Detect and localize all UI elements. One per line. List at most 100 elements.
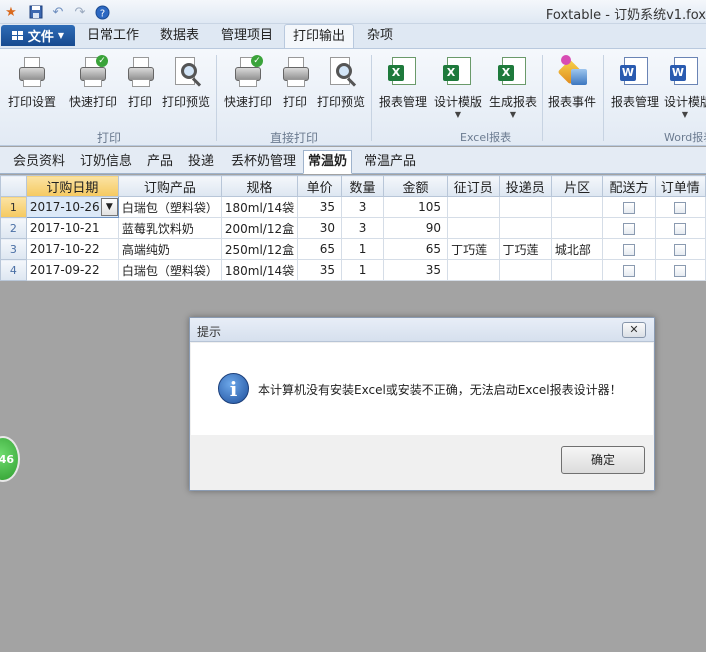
cell-deliverer[interactable]: 丁巧莲 — [498, 238, 552, 260]
cell-area[interactable] — [550, 196, 604, 218]
generate-report-button[interactable]: X 生成报表 ▼ — [487, 55, 539, 119]
cell-date[interactable]: 2017-10-22 — [25, 238, 119, 260]
cell-order-checkbox[interactable] — [654, 259, 706, 281]
column-header[interactable]: 订购产品 — [117, 175, 222, 197]
cell-spec[interactable]: 180ml/14袋 — [220, 259, 299, 281]
cell-deliverer[interactable] — [498, 217, 552, 239]
cell-price[interactable]: 35 — [297, 259, 343, 281]
column-header[interactable]: 配送方 — [602, 175, 656, 197]
ok-button[interactable]: 确定 — [561, 446, 645, 474]
cell-qty[interactable]: 1 — [341, 259, 385, 281]
save-icon[interactable] — [28, 4, 44, 20]
cell-qty[interactable]: 3 — [341, 217, 385, 239]
column-header[interactable]: 片区 — [550, 175, 604, 197]
cell-product[interactable]: 白瑞包（塑料袋） — [117, 259, 222, 281]
row-number[interactable]: 1 — [0, 196, 27, 218]
row-number[interactable]: 2 — [0, 217, 27, 239]
cell-product[interactable]: 高端纯奶 — [117, 238, 222, 260]
column-header[interactable]: 订购日期 — [25, 175, 119, 197]
checkbox[interactable] — [674, 243, 687, 256]
undo-icon[interactable]: ↶ — [50, 4, 66, 20]
checkbox[interactable] — [622, 243, 635, 256]
print-preview-button[interactable]: 打印预览 — [160, 55, 212, 110]
close-icon[interactable]: ✕ — [622, 322, 646, 338]
column-header[interactable]: 征订员 — [447, 175, 500, 197]
cell-amount[interactable]: 105 — [383, 196, 449, 218]
cell-date[interactable]: 2017-09-22 — [25, 259, 119, 281]
quick-print-button[interactable]: ✓ 快速打印 — [67, 55, 119, 110]
app-logo-icon[interactable]: ★ — [3, 4, 19, 20]
cell-delivery-checkbox[interactable] — [602, 217, 656, 239]
direct-quick-print-button[interactable]: ✓ 快速打印 — [222, 55, 274, 110]
cell-amount[interactable]: 35 — [383, 259, 449, 281]
tab-daily-work[interactable]: 日常工作 — [79, 24, 147, 48]
cell-delivery-checkbox[interactable] — [602, 238, 656, 260]
cell-area[interactable] — [550, 259, 604, 281]
tab-data-tables[interactable]: 数据表 — [152, 24, 207, 48]
print-setup-button[interactable]: 打印设置 — [6, 55, 58, 110]
column-header[interactable]: 规格 — [220, 175, 299, 197]
checkbox[interactable] — [622, 264, 635, 277]
cell-collector[interactable]: 丁巧莲 — [447, 238, 500, 260]
direct-print-button[interactable]: 打印 — [279, 55, 311, 110]
corner-cell[interactable] — [0, 175, 27, 197]
dialog-title-bar[interactable]: 提示 ✕ — [190, 318, 654, 342]
column-header[interactable]: 订单情 — [654, 175, 706, 197]
tab-manage-project[interactable]: 管理项目 — [213, 24, 281, 48]
table-row[interactable]: 2 2017-10-21 蓝莓乳饮料奶 200ml/12盒 30 3 90 — [0, 217, 706, 239]
excel-report-manage-button[interactable]: X 报表管理 — [377, 55, 429, 110]
cell-product[interactable]: 蓝莓乳饮料奶 — [117, 217, 222, 239]
cell-order-checkbox[interactable] — [654, 238, 706, 260]
tab-print-output[interactable]: 打印输出 — [284, 24, 355, 49]
cell-spec[interactable]: 180ml/14袋 — [220, 196, 299, 218]
word-design-template-button[interactable]: W 设计模版 ▼ — [664, 55, 706, 119]
redo-icon[interactable]: ↷ — [72, 4, 88, 20]
cell-date[interactable]: 2017-10-21 — [25, 217, 119, 239]
row-number[interactable]: 4 — [0, 259, 27, 281]
cell-amount[interactable]: 65 — [383, 238, 449, 260]
cell-price[interactable]: 35 — [297, 196, 343, 218]
cell-area[interactable]: 城北部 — [550, 238, 604, 260]
cell-spec[interactable]: 250ml/12盒 — [220, 238, 299, 260]
sheet-tab-delivery[interactable]: 投递 — [184, 151, 218, 173]
cell-deliverer[interactable] — [498, 259, 552, 281]
print-button[interactable]: 打印 — [124, 55, 156, 110]
cell-price[interactable]: 65 — [297, 238, 343, 260]
direct-print-preview-button[interactable]: 打印预览 — [315, 55, 367, 110]
cell-collector[interactable] — [447, 259, 500, 281]
column-header[interactable]: 金额 — [383, 175, 449, 197]
checkbox[interactable] — [622, 201, 635, 214]
excel-design-template-button[interactable]: X 设计模版 ▼ — [432, 55, 484, 119]
checkbox[interactable] — [674, 222, 687, 235]
checkbox[interactable] — [674, 201, 687, 214]
file-menu-button[interactable]: 文件 ▼ — [1, 25, 75, 46]
cell-qty[interactable]: 1 — [341, 238, 385, 260]
word-report-manage-button[interactable]: W 报表管理 — [609, 55, 661, 110]
cell-area[interactable] — [550, 217, 604, 239]
cell-order-checkbox[interactable] — [654, 196, 706, 218]
report-event-button[interactable]: 报表事件 — [546, 55, 598, 110]
cell-spec[interactable]: 200ml/12盒 — [220, 217, 299, 239]
checkbox[interactable] — [674, 264, 687, 277]
floating-badge[interactable]: 46 — [0, 436, 20, 482]
cell-collector[interactable] — [447, 217, 500, 239]
cell-delivery-checkbox[interactable] — [602, 259, 656, 281]
table-row[interactable]: 1 2017-10-26 ▼ 白瑞包（塑料袋） 180ml/14袋 35 3 10… — [0, 196, 706, 218]
table-row[interactable]: 3 2017-10-22 高端纯奶 250ml/12盒 65 1 65 丁巧莲 … — [0, 238, 706, 260]
sheet-tab-ambient-milk[interactable]: 常温奶 — [303, 150, 353, 174]
cell-deliverer[interactable] — [498, 196, 552, 218]
cell-amount[interactable]: 90 — [383, 217, 449, 239]
column-header[interactable]: 投递员 — [498, 175, 552, 197]
cell-delivery-checkbox[interactable] — [602, 196, 656, 218]
tab-misc[interactable]: 杂项 — [359, 24, 401, 48]
cell-order-checkbox[interactable] — [654, 217, 706, 239]
sheet-tab-products[interactable]: 产品 — [143, 151, 177, 173]
checkbox[interactable] — [622, 222, 635, 235]
column-header[interactable]: 数量 — [341, 175, 385, 197]
table-row[interactable]: 4 2017-09-22 白瑞包（塑料袋） 180ml/14袋 35 1 35 — [0, 259, 706, 281]
cell-qty[interactable]: 3 — [341, 196, 385, 218]
cell-collector[interactable] — [447, 196, 500, 218]
sheet-tab-lost-cup[interactable]: 丢杯奶管理 — [227, 151, 300, 173]
row-number[interactable]: 3 — [0, 238, 27, 260]
sheet-tab-ambient-products[interactable]: 常温产品 — [360, 151, 420, 173]
